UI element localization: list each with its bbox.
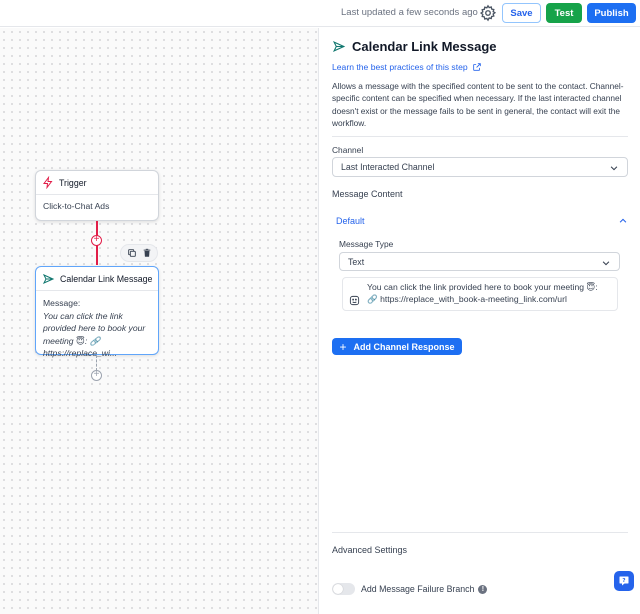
save-button[interactable]: Save bbox=[502, 3, 541, 23]
trigger-node-title: Trigger bbox=[59, 177, 87, 188]
top-bar: Last updated a few seconds ago Save Test… bbox=[0, 0, 640, 27]
chevron-down-icon bbox=[610, 166, 618, 171]
toggle-knob bbox=[333, 584, 343, 594]
publish-button[interactable]: Publish bbox=[587, 3, 636, 23]
failure-branch-label-text: Add Message Failure Branch bbox=[361, 584, 475, 594]
add-step-button[interactable]: + bbox=[91, 235, 102, 246]
svg-text:?: ? bbox=[622, 578, 625, 584]
accordion-label: Default bbox=[336, 216, 365, 226]
message-type-label: Message Type bbox=[339, 239, 394, 249]
default-accordion-header[interactable]: Default bbox=[332, 211, 630, 231]
advanced-settings-heading: Advanced Settings bbox=[332, 545, 408, 555]
test-button[interactable]: Test bbox=[546, 3, 582, 23]
message-node[interactable]: Calendar Link Message Message: You can c… bbox=[35, 266, 159, 358]
failure-branch-toggle[interactable] bbox=[332, 583, 355, 595]
channel-label: Channel bbox=[332, 145, 364, 155]
chat-help-icon: ? bbox=[619, 576, 629, 586]
channel-select-value: Last Interacted Channel bbox=[341, 162, 435, 172]
panel-title: Calendar Link Message bbox=[332, 39, 497, 54]
last-updated-text: Last updated a few seconds ago bbox=[341, 7, 478, 18]
workflow-canvas[interactable]: Trigger Click-to-Chat Ads + Calendar Lin… bbox=[0, 28, 319, 614]
chevron-down-icon bbox=[602, 261, 610, 266]
message-content-label: Message Content bbox=[332, 189, 403, 199]
trash-icon[interactable] bbox=[142, 248, 152, 258]
add-step-end-button[interactable]: + bbox=[91, 370, 102, 381]
plus-icon: + bbox=[339, 339, 347, 354]
chevron-up-icon[interactable] bbox=[618, 216, 628, 226]
failure-branch-label: Add Message Failure Branch ! bbox=[361, 584, 488, 594]
learn-link-text[interactable]: Learn the best practices of this step bbox=[332, 62, 468, 72]
step-description: Allows a message with the specified cont… bbox=[332, 81, 624, 128]
message-node-title: Calendar Link Message bbox=[60, 273, 153, 284]
external-link-icon[interactable] bbox=[472, 62, 482, 72]
send-icon bbox=[42, 273, 55, 284]
add-channel-response-label: Add Channel Response bbox=[353, 341, 455, 352]
panel-title-text: Calendar Link Message bbox=[352, 39, 497, 54]
message-text-input[interactable]: You can click the link provided here to … bbox=[342, 277, 618, 311]
help-chat-button[interactable]: ? bbox=[614, 571, 634, 591]
trigger-node[interactable]: Trigger Click-to-Chat Ads bbox=[35, 170, 159, 221]
node-toolbar bbox=[120, 244, 158, 262]
divider bbox=[332, 532, 628, 533]
add-channel-response-button[interactable]: + Add Channel Response bbox=[332, 338, 462, 355]
info-icon[interactable]: ! bbox=[478, 584, 488, 594]
copy-icon[interactable] bbox=[127, 248, 137, 258]
send-icon bbox=[332, 41, 346, 52]
message-node-header: Calendar Link Message bbox=[36, 267, 158, 291]
trigger-node-header: Trigger bbox=[36, 171, 158, 195]
message-node-label: Message: bbox=[43, 298, 81, 308]
message-node-text: You can click the link provided here to … bbox=[43, 310, 146, 359]
message-text-line2: 🔗 https://replace_with_book-a-meeting_li… bbox=[367, 294, 567, 304]
divider bbox=[332, 136, 628, 137]
step-settings-panel: Calendar Link Message Learn the best pra… bbox=[320, 28, 640, 614]
message-type-select[interactable]: Text bbox=[339, 252, 620, 271]
learn-best-practices-link[interactable]: Learn the best practices of this step bbox=[332, 62, 482, 72]
gear-icon[interactable] bbox=[479, 4, 497, 22]
bolt-icon bbox=[43, 176, 53, 189]
trigger-node-body: Click-to-Chat Ads bbox=[43, 201, 110, 211]
channel-select[interactable]: Last Interacted Channel bbox=[332, 157, 628, 177]
emoji-picker-icon[interactable] bbox=[349, 295, 360, 306]
message-text-line1: You can click the link provided here to … bbox=[367, 282, 598, 292]
message-type-value: Text bbox=[348, 256, 365, 267]
